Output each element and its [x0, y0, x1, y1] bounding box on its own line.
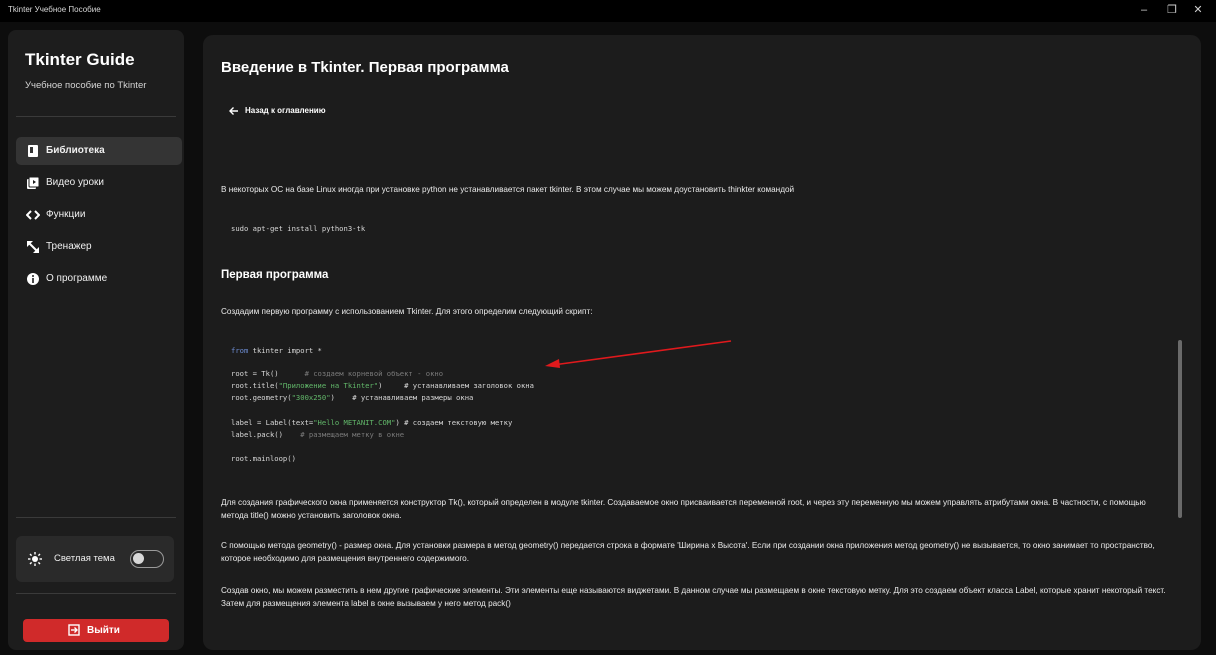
section-heading: Первая программа [221, 269, 329, 281]
code-string: "Приложение на Tkinter" [278, 381, 379, 390]
code-comment: # устанавливаем размеры окна [352, 393, 474, 402]
sidebar-item-label: Функции [46, 209, 86, 220]
sun-icon [28, 552, 42, 566]
back-link-label: Назад к оглавлению [245, 106, 326, 115]
code-line-7: root.mainloop() [231, 454, 296, 463]
sidebar-divider [16, 116, 176, 117]
code-comment: # создаем корневой объект - окно [304, 369, 444, 378]
code-line-4: root.geometry("300x250") # устанавливаем… [231, 393, 473, 402]
paragraph-widgets: Создав окно, мы можем разместить в нем д… [221, 586, 1166, 608]
exit-button[interactable]: Выйти [23, 619, 169, 642]
code-line-2: root = Tk() # создаем корневой объект - … [231, 369, 443, 378]
close-button[interactable]: ✕ [1190, 3, 1206, 17]
video-library-icon [27, 176, 40, 189]
info-icon [27, 273, 39, 285]
code-string: "300x250" [291, 393, 331, 402]
code-text: root.title( [231, 381, 279, 390]
code-text: ) [395, 418, 405, 427]
toggle-knob [133, 553, 144, 564]
code-comment: # устанавливаем заголовок окна [404, 381, 534, 390]
code-icon [26, 210, 40, 220]
content-panel: Введение в Tkinter. Первая программа Наз… [203, 35, 1201, 650]
theme-toggle[interactable] [130, 550, 164, 568]
sidebar-item-about[interactable]: О программе [16, 265, 182, 293]
code-text: root.geometry( [231, 393, 292, 402]
book-icon [28, 145, 38, 157]
sidebar-divider [16, 593, 176, 594]
code-text: label = Label(text= [231, 418, 314, 427]
sidebar-item-trainer[interactable]: Тренажер [16, 233, 182, 261]
page-title: Введение в Tkinter. Первая программа [221, 59, 509, 76]
sidebar-item-label: Видео уроки [46, 177, 104, 188]
window-title: Tkinter Учебное Пособие [8, 5, 101, 14]
exit-icon [68, 624, 80, 636]
content-scrollbar[interactable] [1178, 340, 1182, 518]
theme-switch-label: Светлая тема [54, 553, 115, 564]
paragraph-tk: Для создания графического окна применяет… [221, 498, 1146, 520]
code-text: label.pack() [231, 430, 301, 439]
code-comment: # размещаем метку в окне [300, 430, 405, 439]
sidebar-item-label: О программе [46, 273, 108, 284]
code-line-1: from tkinter import * [231, 346, 322, 355]
intro-text: В некоторых ОС на базе Linux иногда при … [221, 185, 795, 194]
code-text: ) [330, 393, 353, 402]
arrow-left-icon [229, 107, 238, 115]
sidebar-item-label: Библиотека [46, 145, 105, 156]
annotation-arrow [545, 340, 732, 368]
code-string: "Hello METANIT.COM" [313, 418, 396, 427]
resize-arrows-icon [27, 241, 39, 253]
sidebar-divider [16, 517, 176, 518]
code-text: root.mainloop() [231, 454, 296, 463]
code-line-5: label = Label(text="Hello METANIT.COM") … [231, 418, 512, 427]
sidebar-item-video[interactable]: Видео уроки [16, 169, 182, 197]
code-comment: # создаем текстовую метку [404, 418, 513, 427]
restore-button[interactable]: ❐ [1164, 3, 1180, 17]
sidebar: Tkinter Guide Учебное пособие по Tkinter… [8, 30, 184, 650]
sidebar-item-label: Тренажер [46, 241, 92, 252]
sidebar-item-library[interactable]: Библиотека [16, 137, 182, 165]
minimize-button[interactable]: – [1136, 3, 1152, 17]
sidebar-item-functions[interactable]: Функции [16, 201, 182, 229]
code-text: tkinter import * [248, 346, 322, 355]
code-text: ) [378, 381, 405, 390]
app-brand: Tkinter Guide [25, 50, 135, 69]
install-command: sudo apt-get install python3-tk [231, 224, 366, 233]
paragraph-geometry: С помощью метода geometry() - размер окн… [221, 541, 1155, 563]
app-subtitle: Учебное пособие по Tkinter [25, 80, 147, 91]
section-intro-text: Создадим первую программу с использовани… [221, 307, 593, 316]
code-line-3: root.title("Приложение на Tkinter") # ус… [231, 381, 534, 390]
code-text: root = Tk() [231, 369, 305, 378]
title-bar: Tkinter Учебное Пособие – ❐ ✕ [0, 0, 1216, 22]
exit-label: Выйти [87, 625, 120, 636]
code-keyword: from [231, 346, 249, 355]
code-line-6: label.pack() # размещаем метку в окне [231, 430, 404, 439]
theme-switch-panel: Светлая тема [16, 536, 174, 582]
